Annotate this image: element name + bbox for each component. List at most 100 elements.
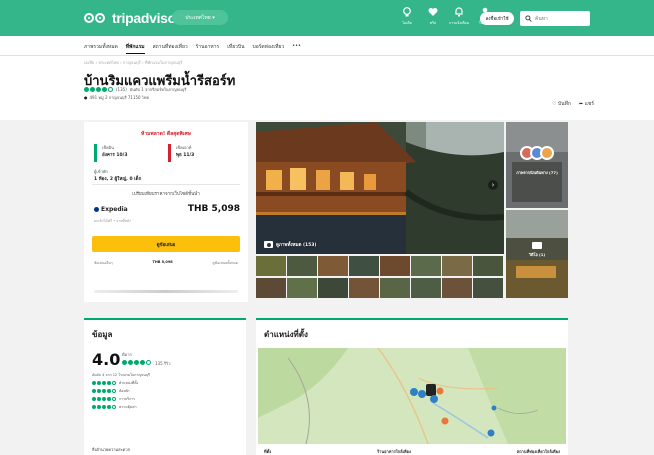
resort-photo: [256, 122, 504, 254]
sub-rating-row: การบริการ: [92, 396, 138, 402]
rank-text[interactable]: อันดับ 1 จากรีสอร์ทในกาญจนบุรี: [130, 86, 187, 93]
thumbnail[interactable]: [411, 277, 441, 298]
nav-trips[interactable]: ทริป: [420, 6, 446, 32]
main-photo[interactable]: ดูภาพทั้งหมด (153) ›: [256, 122, 504, 254]
photo-thumbnails: [256, 256, 504, 298]
logo-text: tripadvisor: [112, 10, 182, 26]
sub-rating-row: ตำแหน่งที่ตั้ง: [92, 380, 138, 386]
thumbnail[interactable]: [287, 256, 317, 276]
ranking-text[interactable]: อันดับ 4 จาก 12 โรงแรมในกาญจนบุรี: [92, 372, 150, 378]
video-tile[interactable]: วิดีโอ (1): [506, 210, 568, 298]
more-deals-label[interactable]: ข้อเสนออื่นๆ: [94, 260, 113, 266]
breadcrumb[interactable]: เอเชีย › ประเทศไทย › กาญจนบุรี › ที่พักแ…: [84, 59, 182, 66]
subnav-item-flights[interactable]: เที่ยวบิน: [227, 43, 244, 54]
nav-trips-label: ทริป: [429, 21, 437, 25]
overall-score: 4.0: [92, 350, 121, 369]
save-button[interactable]: ♡ บันทึก: [552, 100, 571, 108]
score-word: ดีมาก: [122, 352, 132, 357]
location-col-address[interactable]: ที่ตั้ง: [264, 448, 271, 455]
traveler-avatars-icon: [520, 146, 554, 164]
signin-button[interactable]: ลงชื่อเข้าใช้: [480, 12, 514, 25]
country-selector-button[interactable]: ประเทศไทย ▾: [172, 10, 228, 25]
category-subnav: ภาพรวมทั้งหมด ที่พักแรม สถานที่ท่องเที่ย…: [0, 36, 654, 56]
score-review-count[interactable]: 135 รีวิว: [155, 360, 171, 367]
subnav-item-attractions[interactable]: สถานที่ท่องเที่ยว: [153, 43, 188, 54]
subnav-item-restaurants[interactable]: ร้านอาหาร: [196, 43, 220, 54]
score-bubbles: 135 รีวิว: [122, 360, 171, 367]
deal-note: ยกเลิกได้ฟรี • จ่ายทีหลัง: [94, 219, 131, 223]
review-count[interactable]: (135): [116, 87, 127, 92]
header-actions: ♡ บันทึก ➦ แชร์: [552, 100, 594, 108]
search-input[interactable]: ค้นหา: [520, 11, 590, 26]
nav-alerts[interactable]: การแจ้งเตือน: [446, 6, 472, 32]
sub-rating-label: ตำแหน่งที่ตั้ง: [119, 381, 139, 385]
divider: [92, 184, 240, 185]
rating-bubbles[interactable]: [84, 87, 113, 92]
thumbnail[interactable]: [318, 277, 348, 298]
guests-field[interactable]: ผู้เข้าพัก 1 ห้อง, 2 ผู้ใหญ่, 0 เด็ก: [94, 168, 141, 182]
thumbnail[interactable]: [442, 277, 472, 298]
attraction-pin-icon: [441, 417, 449, 425]
video-label: วิดีโอ (1): [528, 252, 546, 257]
subnav-item-forums[interactable]: บอร์ดท่องเที่ยว: [253, 43, 285, 54]
location-map[interactable]: [258, 348, 566, 444]
thumbnail[interactable]: [442, 256, 472, 276]
guests-label: ผู้เข้าพัก: [94, 169, 108, 174]
thumbnail[interactable]: [318, 256, 348, 276]
about-card: ข้อมูล 4.0 ดีมาก 135 รีวิว อันดับ 4 จาก …: [84, 318, 246, 455]
thumbnail[interactable]: [256, 256, 286, 276]
price[interactable]: THB 5,098: [188, 204, 240, 214]
provider-logo[interactable]: Expedia: [94, 206, 128, 213]
sub-rating-label: ความคุ้มค่า: [119, 405, 137, 409]
thumbnail[interactable]: [349, 256, 379, 276]
bell-icon: [455, 7, 463, 17]
traveler-photo-bg: [506, 122, 568, 208]
location-columns: ที่ตั้ง ร้านอาหารใกล้เคียง สถานที่ท่องเท…: [264, 448, 560, 455]
search-placeholder: ค้นหา: [535, 15, 548, 22]
thumbnail[interactable]: [473, 256, 503, 276]
address-row: ● 491 หมู่ 2 กาญจนบุรี 71150 ไทย: [84, 94, 149, 101]
location-col-attractions[interactable]: สถานที่ท่องเที่ยวใกล้เคียง: [517, 448, 560, 455]
guests-value: 1 ห้อง, 2 ผู้ใหญ่, 0 เด็ก: [94, 177, 142, 182]
booking-panel: ห้ามพลาด! ดีลสุดพิเศษ เช็คอิน อังคาร 10/…: [84, 122, 248, 302]
more-deals-price[interactable]: THB 5,098: [152, 260, 172, 266]
subnav-items: ภาพรวมทั้งหมด ที่พักแรม สถานที่ท่องเที่ย…: [84, 43, 301, 54]
provider-name: Expedia: [101, 206, 128, 213]
search-icon: [525, 15, 532, 22]
expedia-icon: [94, 207, 99, 212]
owl-logo-icon: [84, 11, 108, 25]
photo-caption[interactable]: ดูภาพทั้งหมด (153): [264, 241, 316, 248]
subnav-item-more[interactable]: •••: [292, 43, 301, 54]
checkout-field[interactable]: เช็คเอาท์ พุธ 11/3: [168, 144, 238, 162]
thumbnail[interactable]: [287, 277, 317, 298]
next-photo-arrow-icon[interactable]: ›: [488, 180, 498, 190]
checkin-field[interactable]: เช็คอิน อังคาร 10/3: [94, 144, 164, 162]
thumbnail[interactable]: [380, 277, 410, 298]
all-deals-link[interactable]: ดูข้อเสนอทั้งหมด: [212, 260, 238, 266]
thumbnail[interactable]: [256, 277, 286, 298]
score-summary: ดีมาก 135 รีวิว: [122, 351, 171, 367]
bulb-icon: [403, 7, 411, 17]
about-title: ข้อมูล: [92, 330, 113, 339]
compare-note: เปรียบเทียบราคาจากเว็บไซต์ชั้นนำ: [132, 192, 200, 197]
thumbnail[interactable]: [473, 277, 503, 298]
tripadvisor-logo[interactable]: tripadvisor: [84, 10, 181, 26]
share-button[interactable]: ➦ แชร์: [579, 100, 594, 108]
nav-ideas[interactable]: ไอเดีย: [394, 6, 420, 32]
sub-rating-label: ห้องพัก: [119, 389, 130, 393]
view-deal-button[interactable]: ดูข้อเสนอ: [92, 236, 240, 252]
subnav-item-overview[interactable]: ภาพรวมทั้งหมด: [84, 43, 118, 54]
sub-rating-label: การบริการ: [119, 397, 136, 401]
subnav-item-hotels[interactable]: ที่พักแรม: [125, 43, 145, 54]
thumbnail[interactable]: [411, 256, 441, 276]
sub-ratings: ตำแหน่งที่ตั้ง ห้องพัก การบริการ ความคุ้…: [92, 380, 138, 410]
address-text[interactable]: 491 หมู่ 2 กาญจนบุรี 71150 ไทย: [90, 94, 149, 101]
rating-row: (135) อันดับ 1 จากรีสอร์ทในกาญจนบุรี: [84, 86, 186, 93]
location-col-restaurants[interactable]: ร้านอาหารใกล้เคียง: [377, 448, 411, 455]
traveler-photos-tile[interactable]: ภาพจากนักเดินทาง (77): [506, 122, 568, 208]
thumbnail[interactable]: [380, 256, 410, 276]
thumbnail[interactable]: [349, 277, 379, 298]
traveler-photos-label: ภาพจากนักเดินทาง (77): [516, 170, 558, 175]
more-deals-row: ข้อเสนออื่นๆ THB 5,098 ดูข้อเสนอทั้งหมด: [94, 260, 238, 266]
checkout-value: พุธ 11/3: [176, 153, 195, 158]
